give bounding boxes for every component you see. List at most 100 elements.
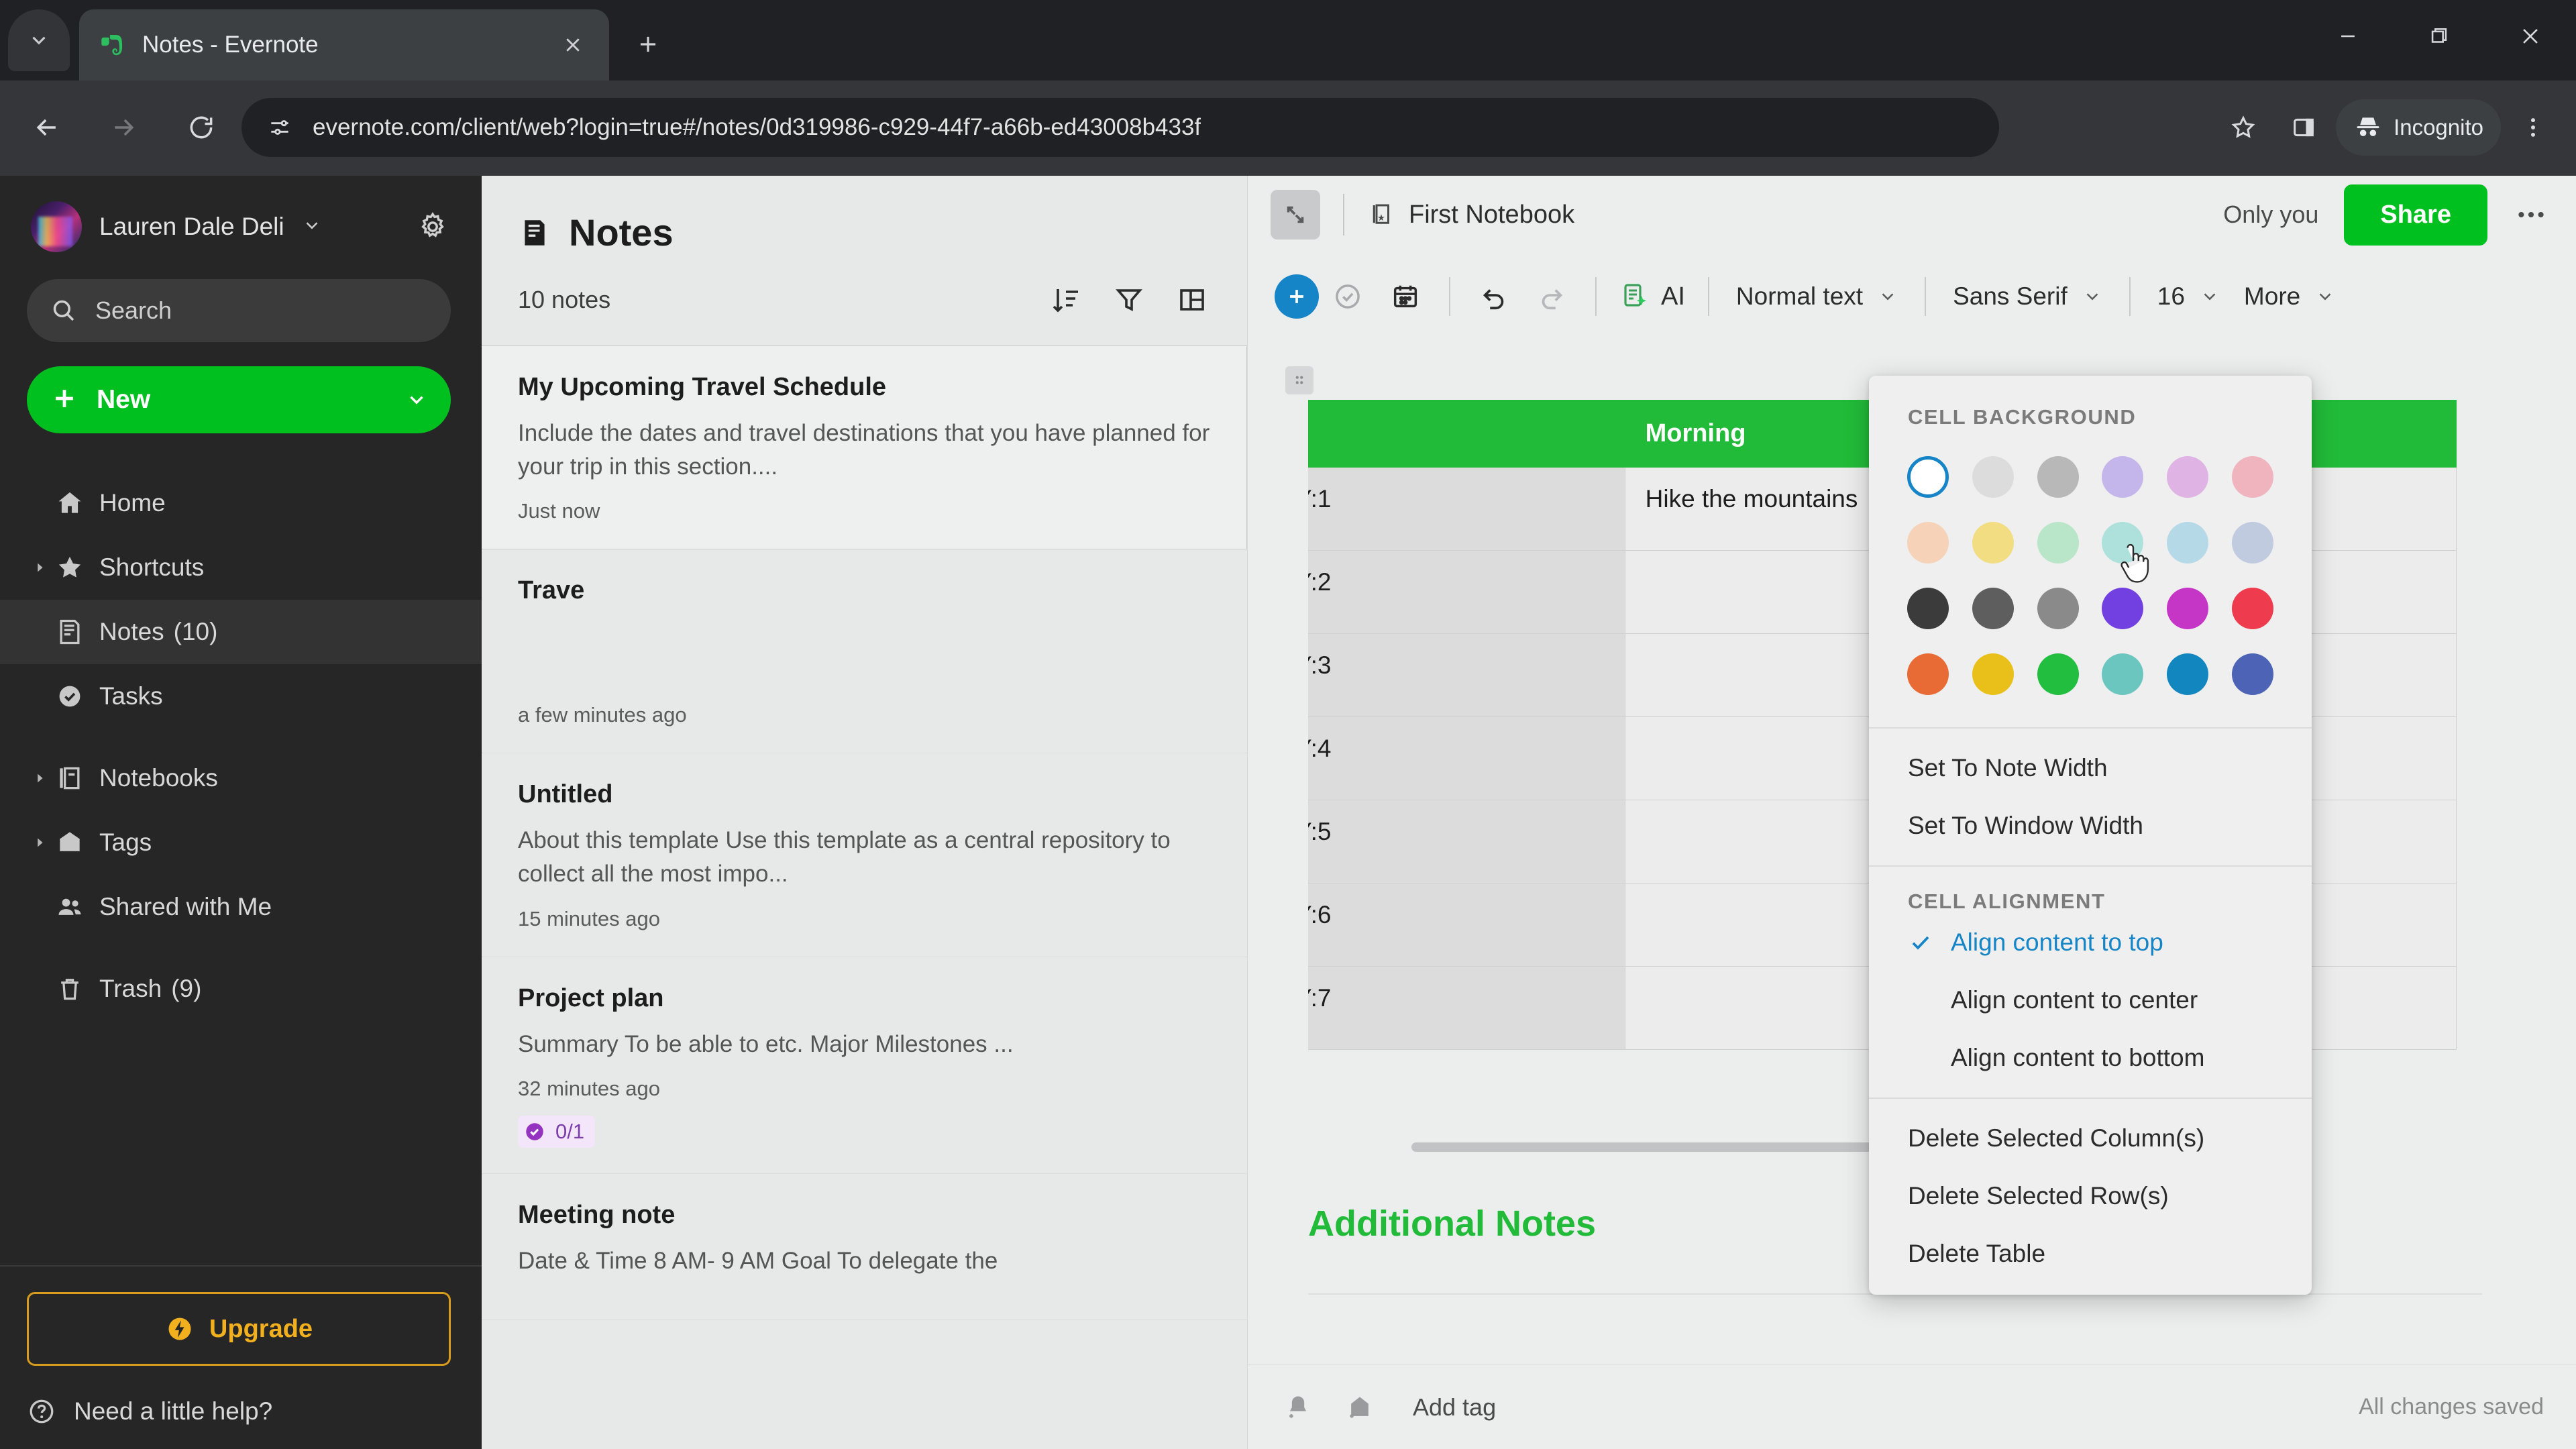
cell-day[interactable]: EKDAY:3	[1308, 633, 1625, 717]
list-item[interactable]: Meeting note Date & Time 8 AM- 9 AM Goal…	[482, 1174, 1247, 1321]
visibility-label[interactable]: Only you	[2223, 201, 2318, 229]
new-button-dropdown[interactable]	[405, 388, 428, 411]
swatch-14[interactable]	[2025, 576, 2090, 641]
swatch-22[interactable]	[2155, 641, 2220, 707]
swatch-21[interactable]	[2090, 641, 2155, 707]
swatch-3[interactable]	[2090, 444, 2155, 510]
menu-item-align-top[interactable]: Align content to top	[1869, 914, 2312, 971]
expand-note-button[interactable]	[1271, 190, 1320, 239]
cell-day[interactable]: EKDAY:1	[1308, 467, 1625, 551]
sort-icon[interactable]	[1050, 284, 1082, 316]
redo-button[interactable]	[1523, 268, 1580, 325]
swatch-15[interactable]	[2090, 576, 2155, 641]
list-item[interactable]: Trave a few minutes ago	[482, 549, 1247, 754]
swatch-20[interactable]	[2025, 641, 2090, 707]
bookmark-star-icon[interactable]	[2215, 99, 2271, 156]
table-drag-handle[interactable]	[1285, 366, 1313, 394]
swatch-19[interactable]	[1961, 641, 2026, 707]
swatch-7[interactable]	[1961, 510, 2026, 576]
list-item[interactable]: Untitled About this template Use this te…	[482, 753, 1247, 957]
swatch-10[interactable]	[2155, 510, 2220, 576]
reload-button[interactable]	[169, 95, 233, 160]
address-bar[interactable]: evernote.com/client/web?login=true#/note…	[241, 98, 1999, 157]
cell-day[interactable]: EKDAY:4	[1308, 716, 1625, 800]
font-family-select[interactable]: Sans Serif	[1941, 282, 2114, 311]
window-minimize-button[interactable]	[2302, 0, 2394, 72]
swatch-5[interactable]	[2220, 444, 2285, 510]
swatch-0[interactable]	[1896, 444, 1961, 510]
menu-item-align-center[interactable]: Align content to center	[1869, 971, 2312, 1029]
back-button[interactable]	[15, 95, 79, 160]
help-button[interactable]: Need a little help?	[27, 1397, 451, 1426]
menu-item-delete-columns[interactable]: Delete Selected Column(s)	[1869, 1110, 2312, 1167]
tab-search-dropdown-button[interactable]	[8, 9, 70, 71]
side-panel-icon[interactable]	[2275, 99, 2332, 156]
cell-day[interactable]: EKDAY:6	[1308, 883, 1625, 967]
add-tag-label[interactable]: Add tag	[1413, 1393, 1496, 1421]
swatch-18[interactable]	[1896, 641, 1961, 707]
settings-gear-button[interactable]	[411, 205, 455, 249]
calendar-button[interactable]	[1377, 268, 1434, 325]
sidebar-item-shortcuts[interactable]: Shortcuts	[0, 535, 482, 600]
incognito-profile-button[interactable]: Incognito	[2336, 99, 2501, 156]
search-input[interactable]: Search	[27, 279, 451, 342]
swatch-2[interactable]	[2025, 444, 2090, 510]
menu-item-set-to-note-width[interactable]: Set To Note Width	[1869, 739, 2312, 797]
sidebar-item-notes[interactable]: Notes (10)	[0, 600, 482, 664]
expand-arrow-icon[interactable]	[24, 560, 55, 575]
swatch-16[interactable]	[2155, 576, 2220, 641]
upgrade-button[interactable]: Upgrade	[27, 1292, 451, 1366]
cell-day[interactable]: EKDAY:2	[1308, 550, 1625, 634]
sidebar-item-tasks[interactable]: Tasks	[0, 664, 482, 729]
swatch-13[interactable]	[1961, 576, 2026, 641]
swatch-11[interactable]	[2220, 510, 2285, 576]
menu-item-set-to-window-width[interactable]: Set To Window Width	[1869, 797, 2312, 855]
sidebar-item-home[interactable]: Home	[0, 471, 482, 535]
chrome-menu-button[interactable]	[2505, 99, 2561, 156]
new-tab-button[interactable]	[624, 20, 672, 68]
expand-arrow-icon[interactable]	[24, 771, 55, 786]
list-item[interactable]: My Upcoming Travel Schedule Include the …	[482, 345, 1247, 550]
list-item[interactable]: Project plan Summary To be able to etc. …	[482, 957, 1247, 1175]
swatch-17[interactable]	[2220, 576, 2285, 641]
window-restore-button[interactable]	[2394, 0, 2485, 72]
new-note-button[interactable]: New	[27, 366, 451, 433]
ai-button[interactable]: AI	[1611, 280, 1693, 313]
swatch-23[interactable]	[2220, 641, 2285, 707]
undo-button[interactable]	[1465, 268, 1523, 325]
site-settings-icon[interactable]	[256, 104, 303, 151]
column-header-day[interactable]: e	[1308, 400, 1625, 468]
swatch-12[interactable]	[1896, 576, 1961, 641]
forward-button[interactable]	[91, 95, 156, 160]
sidebar-item-tags[interactable]: Tags	[0, 810, 482, 875]
chevron-down-icon[interactable]	[302, 215, 322, 239]
notebook-breadcrumb[interactable]: First Notebook	[1367, 201, 1574, 229]
swatch-9[interactable]	[2090, 510, 2155, 576]
layout-view-icon[interactable]	[1176, 284, 1208, 316]
insert-button[interactable]	[1275, 274, 1319, 319]
filter-icon[interactable]	[1113, 284, 1145, 316]
sidebar-item-trash[interactable]: Trash (9)	[0, 957, 482, 1021]
paragraph-style-select[interactable]: Normal text	[1724, 282, 1910, 311]
menu-item-delete-rows[interactable]: Delete Selected Row(s)	[1869, 1167, 2312, 1225]
window-close-button[interactable]	[2485, 0, 2576, 72]
swatch-1[interactable]	[1961, 444, 2026, 510]
browser-tab[interactable]: Notes - Evernote	[79, 9, 609, 80]
cell-day[interactable]: EKDAY:7	[1308, 966, 1625, 1050]
sidebar-item-shared-with-me[interactable]: Shared with Me	[0, 875, 482, 939]
cell-day[interactable]: EKDAY:5	[1308, 800, 1625, 883]
add-tag-icon[interactable]	[1336, 1384, 1383, 1431]
swatch-4[interactable]	[2155, 444, 2220, 510]
note-more-menu-button[interactable]	[2513, 197, 2549, 233]
swatch-8[interactable]	[2025, 510, 2090, 576]
more-formatting-button[interactable]: More	[2232, 282, 2347, 311]
expand-arrow-icon[interactable]	[24, 835, 55, 850]
font-size-select[interactable]: 16	[2145, 282, 2232, 311]
share-button[interactable]: Share	[2344, 184, 2487, 246]
menu-item-align-bottom[interactable]: Align content to bottom	[1869, 1029, 2312, 1087]
menu-item-delete-table[interactable]: Delete Table	[1869, 1225, 2312, 1283]
add-reminder-icon[interactable]	[1275, 1384, 1322, 1431]
swatch-6[interactable]	[1896, 510, 1961, 576]
checklist-button[interactable]	[1319, 268, 1377, 325]
account-row[interactable]: Lauren Dale Deli	[0, 176, 482, 252]
